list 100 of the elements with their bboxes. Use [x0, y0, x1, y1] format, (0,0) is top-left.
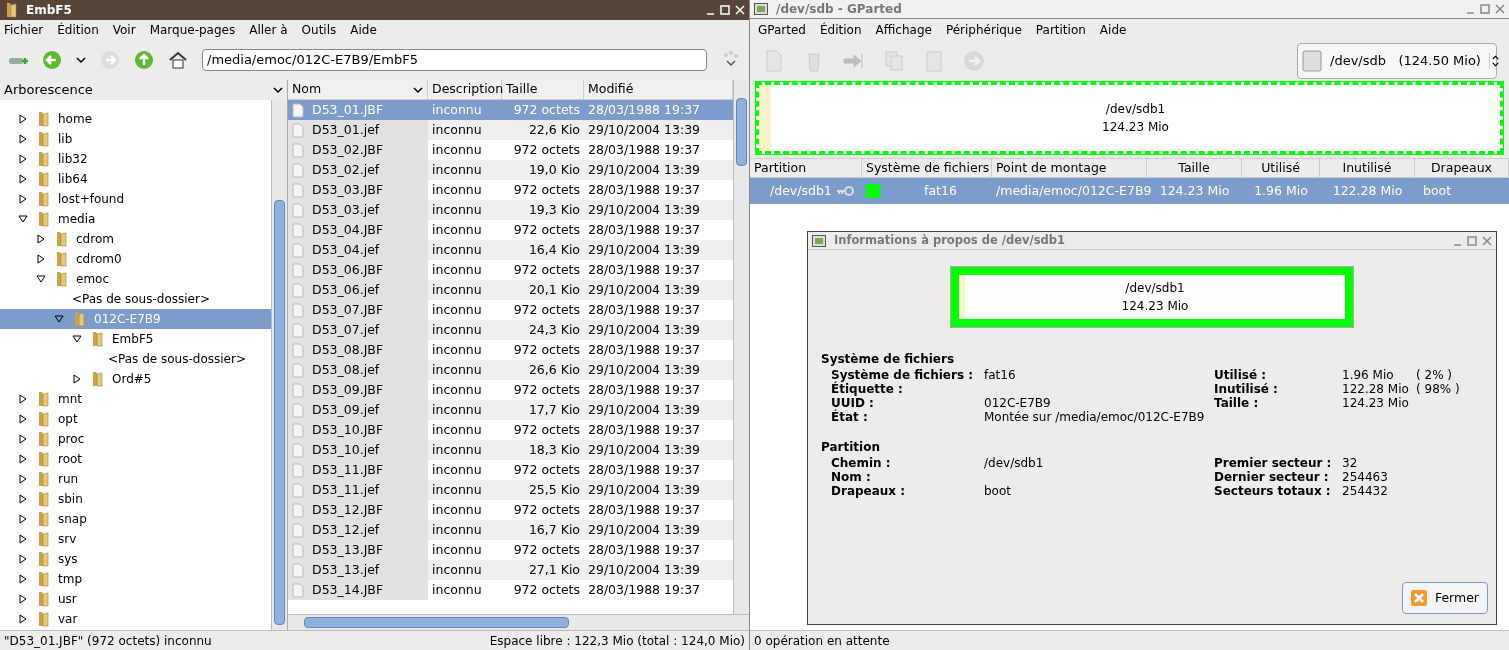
menu-item[interactable]: GParted [758, 20, 806, 39]
column-header[interactable]: Point de montage [992, 159, 1147, 177]
tree-item[interactable]: lib64 [0, 169, 271, 189]
collapsed-triangle-icon[interactable] [18, 554, 28, 564]
tree-item[interactable]: media [0, 209, 271, 229]
menu-item[interactable]: Périphérique [945, 20, 1022, 39]
tree-item[interactable]: emoc [0, 269, 271, 289]
tree-item[interactable]: EmbF5 [0, 329, 271, 349]
expanded-triangle-icon[interactable] [36, 274, 46, 284]
menu-item[interactable]: Partition [1035, 20, 1086, 39]
file-row[interactable]: D53_06.jef inconnu 20,1 Kio 29/10/2004 13:39 [288, 280, 733, 300]
collapsed-triangle-icon[interactable] [18, 434, 28, 444]
collapsed-triangle-icon[interactable] [18, 414, 28, 424]
menu-item[interactable]: Affichage [875, 20, 932, 39]
expanded-triangle-icon[interactable] [18, 214, 28, 224]
tree-item[interactable]: opt [0, 409, 271, 429]
file-row[interactable]: D53_12.jef inconnu 16,7 Kio 29/10/2004 13:39 [288, 520, 733, 540]
tree-item[interactable]: lib32 [0, 149, 271, 169]
horizontal-scrollbar[interactable] [288, 614, 749, 630]
collapsed-triangle-icon[interactable] [18, 494, 28, 504]
collapsed-triangle-icon[interactable] [18, 594, 28, 604]
column-header[interactable]: Taille [502, 80, 584, 99]
tree-item[interactable]: lost+found [0, 189, 271, 209]
tree-item[interactable]: sbin [0, 489, 271, 509]
tree-item[interactable]: srv [0, 529, 271, 549]
tree-item[interactable]: sys [0, 549, 271, 569]
column-header[interactable]: Nom [288, 80, 428, 99]
menu-item[interactable]: Fichier [4, 21, 44, 39]
file-name: D53_03.JBF [312, 180, 384, 199]
file-row[interactable]: D53_03.jef inconnu 19,3 Kio 29/10/2004 13:39 [288, 200, 733, 220]
collapsed-triangle-icon[interactable] [36, 234, 46, 244]
tree-item[interactable]: cdrom [0, 229, 271, 249]
partition-bar[interactable]: /dev/sdb1 124.23 Mio [756, 82, 1503, 154]
file-row[interactable]: D53_01.jef inconnu 22,6 Kio 29/10/2004 13:39 [288, 120, 733, 140]
tree-item[interactable]: cdrom0 [0, 249, 271, 269]
column-header[interactable]: Taille [1147, 159, 1242, 177]
collapsed-triangle-icon[interactable] [18, 454, 28, 464]
column-header[interactable]: Utilisé [1242, 159, 1320, 177]
expanded-triangle-icon[interactable] [72, 334, 82, 344]
file-row[interactable]: D53_04.jef inconnu 16,4 Kio 29/10/2004 13:39 [288, 240, 733, 260]
tree-item[interactable]: var [0, 609, 271, 629]
menu-item[interactable]: Voir [112, 21, 136, 39]
file-row[interactable]: D53_02.jef inconnu 19,0 Kio 29/10/2004 13:39 [288, 160, 733, 180]
chevron-down-icon[interactable] [273, 86, 283, 94]
close-icon [1410, 590, 1427, 606]
table-cell-text: inconnu [431, 220, 483, 239]
collapsed-triangle-icon[interactable] [18, 174, 28, 184]
menu-item[interactable]: Aller à [249, 21, 288, 39]
tree-item[interactable]: home [0, 109, 271, 129]
collapsed-triangle-icon[interactable] [18, 474, 28, 484]
tree-item[interactable]: usr [0, 589, 271, 609]
tree-item[interactable]: lib [0, 129, 271, 149]
collapsed-triangle-icon[interactable] [18, 574, 28, 584]
menu-item[interactable]: Édition [820, 20, 862, 39]
vertical-scrollbar[interactable] [271, 100, 287, 630]
file-row[interactable]: D53_11.jef inconnu 25,5 Kio 29/10/2004 13:39 [288, 480, 733, 500]
collapsed-triangle-icon[interactable] [36, 254, 46, 264]
file-row[interactable]: D53_09.jef inconnu 17,7 Kio 29/10/2004 13:39 [288, 400, 733, 420]
column-header[interactable]: Partition [750, 159, 862, 177]
collapsed-triangle-icon[interactable] [18, 534, 28, 544]
table-cell-text: 972 octets [512, 540, 581, 559]
menu-item[interactable]: Outils [301, 21, 337, 39]
menu-item[interactable]: Aide [1099, 20, 1127, 39]
table-cell-text: 22,6 Kio [527, 120, 581, 139]
tree-item[interactable]: root [0, 449, 271, 469]
collapsed-triangle-icon[interactable] [18, 194, 28, 204]
column-header[interactable]: Inutilisé [1320, 159, 1415, 177]
tree-item[interactable]: snap [0, 509, 271, 529]
column-header[interactable]: Description [428, 80, 502, 99]
tree-item[interactable]: tmp [0, 569, 271, 589]
field-value: 012C-E7B9 [984, 395, 1051, 411]
window-controls-icon[interactable] [705, 5, 745, 15]
expanded-triangle-icon[interactable] [54, 314, 64, 324]
collapsed-triangle-icon[interactable] [18, 394, 28, 404]
collapsed-triangle-icon[interactable] [18, 514, 28, 524]
vertical-scrollbar[interactable] [733, 80, 749, 614]
menu-item[interactable]: Marque-pages [149, 21, 236, 39]
tree-item[interactable]: Ord#5 [0, 369, 271, 389]
file-row[interactable]: D53_08.jef inconnu 26,6 Kio 29/10/2004 13:39 [288, 360, 733, 380]
tree-item[interactable]: run [0, 469, 271, 489]
home-icon[interactable] [168, 50, 188, 70]
collapsed-triangle-icon[interactable] [72, 374, 82, 384]
file-row[interactable]: D53_07.jef inconnu 24,3 Kio 29/10/2004 13:39 [288, 320, 733, 340]
tree-item[interactable]: mnt [0, 389, 271, 409]
column-header[interactable]: Drapeaux [1415, 159, 1509, 177]
file-row[interactable]: D53_10.jef inconnu 18,3 Kio 29/10/2004 13:39 [288, 440, 733, 460]
collapsed-triangle-icon[interactable] [18, 614, 28, 624]
collapsed-triangle-icon[interactable] [18, 154, 28, 164]
menu-item[interactable]: Édition [57, 21, 99, 39]
table-cell-text: 28/03/1988 19:37 [587, 420, 702, 439]
chevron-down-icon[interactable] [76, 56, 86, 64]
menu-item[interactable]: Aide [350, 21, 377, 39]
collapsed-triangle-icon[interactable] [18, 114, 28, 124]
device-selector[interactable]: /dev/sdb (124.50 Mio) [1297, 43, 1497, 79]
close-button[interactable]: Fermer [1401, 582, 1488, 614]
address-field[interactable]: /media/emoc/012C-E7B9/EmbF5 [202, 49, 707, 71]
tree-item[interactable]: proc [0, 429, 271, 449]
collapsed-triangle-icon[interactable] [18, 134, 28, 144]
file-row[interactable]: D53_13.jef inconnu 27,1 Kio 29/10/2004 13:39 [288, 560, 733, 580]
column-header[interactable]: Système de fichiers [862, 159, 992, 177]
